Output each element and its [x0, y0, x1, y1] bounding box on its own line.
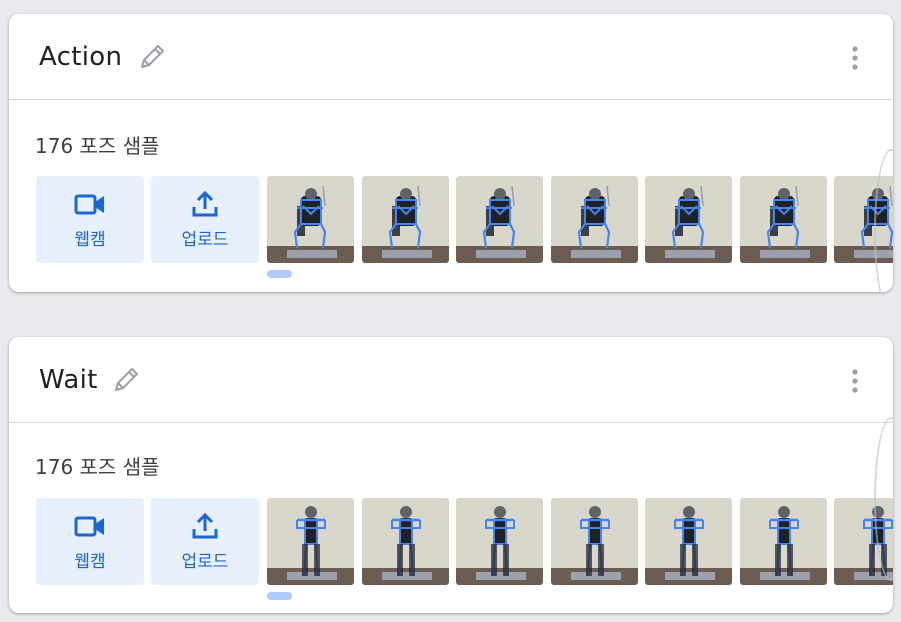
pose-sample-thumbnail[interactable]	[361, 498, 449, 585]
pose-sample-thumbnail[interactable]	[361, 176, 449, 263]
upload-button[interactable]: 업로드	[151, 498, 259, 585]
upload-icon	[192, 190, 218, 217]
upload-label: 업로드	[181, 230, 229, 250]
upload-icon	[192, 512, 218, 539]
edit-pencil-icon[interactable]	[137, 40, 169, 72]
pose-sample-thumbnail[interactable]	[267, 176, 354, 263]
videocam-icon	[74, 516, 104, 537]
pose-skeleton-image	[267, 176, 354, 263]
pose-sample-count: 176 포즈 샘플	[35, 134, 160, 158]
class-name-title[interactable]: Action	[39, 42, 122, 72]
pose-sample-thumbnail[interactable]	[645, 498, 732, 585]
pose-sample-thumbnail[interactable]	[550, 176, 638, 263]
pose-sample-thumbnail[interactable]	[456, 176, 543, 263]
pose-skeleton-image	[739, 498, 827, 585]
more-vert-icon[interactable]	[843, 44, 867, 72]
webcam-button[interactable]: 웹캠	[36, 176, 144, 263]
class-card-wait: Wait 176 포즈 샘플 웹캠 업로드	[9, 337, 893, 613]
videocam-icon	[74, 194, 104, 215]
pose-sample-thumbnail[interactable]	[739, 176, 827, 263]
scroll-indicator[interactable]	[267, 270, 292, 278]
class-card-header: Wait	[9, 337, 893, 423]
pose-skeleton-image	[456, 176, 543, 263]
sample-strip[interactable]: 웹캠 업로드	[36, 498, 893, 586]
class-name-title[interactable]: Wait	[39, 365, 98, 395]
scroll-indicator[interactable]	[267, 592, 292, 600]
class-card-action: Action 176 포즈 샘플 웹캠 업로드	[9, 14, 893, 292]
upload-button[interactable]: 업로드	[151, 176, 259, 263]
pose-sample-count: 176 포즈 샘플	[35, 455, 160, 479]
pose-skeleton-image	[456, 498, 543, 585]
pose-skeleton-image	[645, 176, 732, 263]
sample-strip[interactable]: 웹캠 업로드	[36, 176, 893, 264]
pose-skeleton-image	[361, 498, 449, 585]
webcam-label: 웹캠	[74, 230, 106, 250]
pose-skeleton-image	[645, 498, 732, 585]
pose-sample-thumbnail[interactable]	[267, 498, 354, 585]
pose-skeleton-image	[550, 498, 638, 585]
webcam-label: 웹캠	[74, 552, 106, 572]
upload-label: 업로드	[181, 552, 229, 572]
pose-skeleton-image	[550, 176, 638, 263]
more-vert-icon[interactable]	[843, 367, 867, 395]
webcam-button[interactable]: 웹캠	[36, 498, 144, 585]
decorative-arc	[874, 149, 893, 292]
pose-skeleton-image	[739, 176, 827, 263]
edit-pencil-icon[interactable]	[111, 363, 143, 395]
pose-sample-thumbnail[interactable]	[645, 176, 732, 263]
pose-skeleton-image	[361, 176, 449, 263]
pose-sample-thumbnail[interactable]	[739, 498, 827, 585]
pose-sample-thumbnail[interactable]	[456, 498, 543, 585]
class-card-header: Action	[9, 14, 893, 100]
pose-sample-thumbnail[interactable]	[550, 498, 638, 585]
pose-skeleton-image	[267, 498, 354, 585]
